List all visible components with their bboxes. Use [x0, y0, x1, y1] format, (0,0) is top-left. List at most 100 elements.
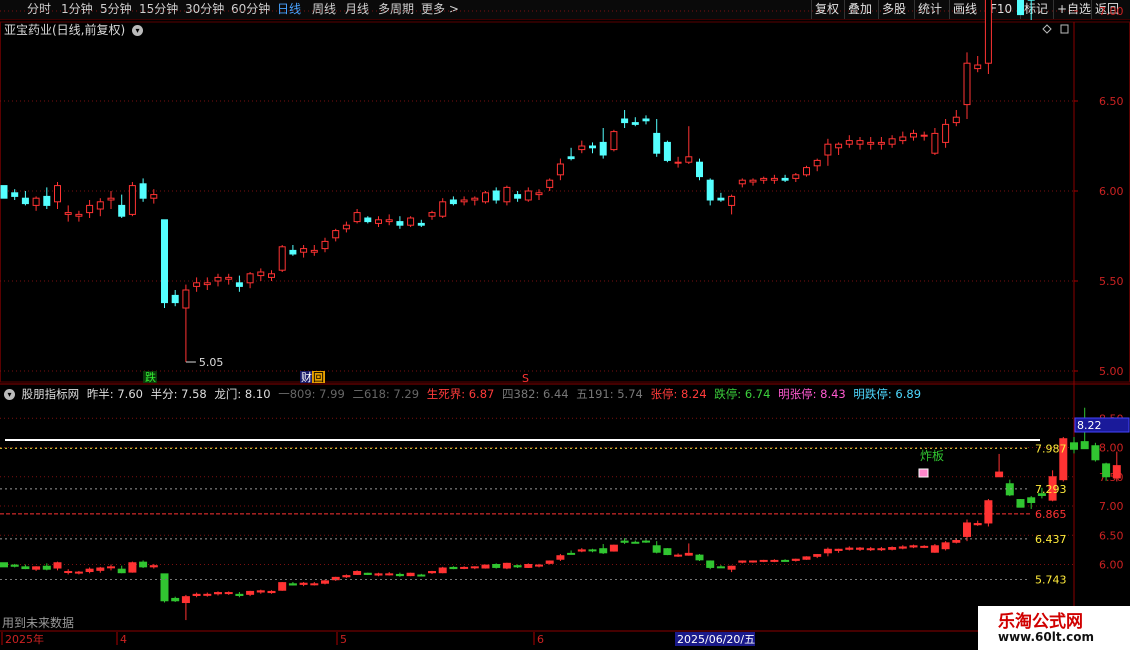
- candle-body: [267, 590, 276, 594]
- candle-body: [64, 212, 72, 215]
- candle-body: [546, 179, 554, 188]
- candle-body: [813, 159, 821, 167]
- kline-chart[interactable]: 8.508.007.507.006.506.005.505.008.508.00…: [0, 0, 1130, 650]
- candle-body: [749, 560, 757, 563]
- candle-body: [770, 559, 779, 562]
- candle-body: [278, 582, 287, 591]
- candle-body: [1112, 465, 1121, 479]
- candle-body: [513, 565, 522, 568]
- dieting-value: 跌停: 6.74: [714, 387, 771, 401]
- candle-body: [96, 201, 104, 210]
- candle-body: [845, 140, 853, 145]
- candle-body: [74, 571, 83, 574]
- candle-body: [1080, 441, 1089, 450]
- candle-body: [310, 249, 318, 253]
- ind-y-tick-label: 6.50: [1099, 529, 1124, 542]
- candle-body: [310, 583, 319, 586]
- candle-body: [610, 131, 618, 151]
- candle-body: [482, 192, 489, 203]
- candle-body: [856, 140, 864, 145]
- mingdie-value: 明跌停: 6.89: [853, 387, 922, 401]
- candle-body: [728, 195, 736, 206]
- candle-body: [492, 564, 501, 568]
- level-label: 6.437: [1035, 533, 1067, 546]
- candle-body: [545, 560, 554, 564]
- candle-body: [235, 593, 244, 597]
- candle-body: [781, 559, 790, 562]
- candle-body: [235, 282, 243, 287]
- candle-body: [21, 566, 30, 570]
- candle-body: [385, 219, 393, 223]
- candle-body: [877, 548, 886, 551]
- candle-body: [160, 573, 169, 602]
- hui-label: 回: [313, 371, 324, 384]
- candle-body: [652, 545, 661, 553]
- s-event-label: S: [522, 372, 529, 385]
- low-marker-label: 5.05: [199, 356, 224, 369]
- candle-body: [449, 566, 458, 570]
- candle-body: [642, 540, 650, 543]
- candle-body: [834, 548, 843, 551]
- candle-body: [182, 289, 190, 309]
- candle-body: [449, 199, 457, 205]
- candle-body: [684, 552, 693, 556]
- candle-body: [706, 560, 715, 568]
- level-label: 6.865: [1035, 508, 1067, 521]
- zhangting-value: 张停: 8.24: [650, 387, 707, 401]
- candle-body: [118, 204, 126, 217]
- candle-body: [609, 544, 618, 552]
- candle-body: [417, 222, 425, 226]
- candle-body: [342, 224, 350, 230]
- window-icon: [1060, 24, 1069, 34]
- candle-body: [203, 593, 212, 596]
- main-y-tick-label: 6.00: [1099, 185, 1124, 198]
- time-axis-label: 6: [537, 633, 544, 646]
- candle-body: [149, 565, 158, 568]
- candle-body: [974, 64, 982, 70]
- candle-body: [246, 590, 255, 595]
- cai-label: 财: [301, 370, 312, 384]
- candle-body: [556, 555, 565, 560]
- candle-body: [770, 177, 778, 181]
- candle-body: [85, 568, 94, 573]
- candle-body: [214, 276, 222, 282]
- candle-body: [727, 565, 736, 570]
- level-label: 7.293: [1035, 483, 1067, 496]
- candle-body: [1005, 483, 1014, 496]
- candle-body: [128, 562, 137, 573]
- cursor-date-label: 2025/06/20/五: [677, 633, 755, 646]
- candle-body: [161, 219, 168, 304]
- candle-body: [278, 246, 286, 271]
- candle-body: [364, 217, 372, 223]
- candle-body: [0, 562, 8, 568]
- candle-body: [268, 273, 275, 278]
- candle-body: [888, 138, 896, 145]
- candle-body: [11, 192, 19, 197]
- candle-body: [621, 118, 629, 124]
- ind-y-tick-label: 8.00: [1099, 442, 1124, 455]
- collapse-icon[interactable]: ▾: [4, 389, 15, 400]
- candle-body: [417, 574, 426, 577]
- candle-body: [877, 141, 885, 145]
- shengsi-value: 生死界: 6.87: [426, 387, 495, 401]
- main-y-tick-label: 7.00: [1099, 5, 1124, 18]
- candle-body: [471, 197, 479, 201]
- candle-body: [706, 179, 714, 201]
- candle-body: [813, 554, 822, 557]
- candle-body: [685, 156, 693, 163]
- candle-body: [75, 213, 83, 217]
- candle-body: [214, 592, 222, 595]
- candle-body: [524, 190, 532, 201]
- candle-body: [931, 132, 939, 154]
- candle-body: [781, 177, 789, 181]
- candle-body: [588, 549, 597, 552]
- candle-body: [738, 179, 746, 185]
- candle-body: [995, 471, 1004, 478]
- candle-body: [107, 566, 115, 569]
- candle-body: [1102, 463, 1111, 478]
- candle-body: [375, 219, 382, 224]
- candle-body: [556, 163, 564, 176]
- candle-body: [396, 221, 404, 226]
- candle-body: [942, 123, 950, 143]
- candle-body: [139, 561, 148, 568]
